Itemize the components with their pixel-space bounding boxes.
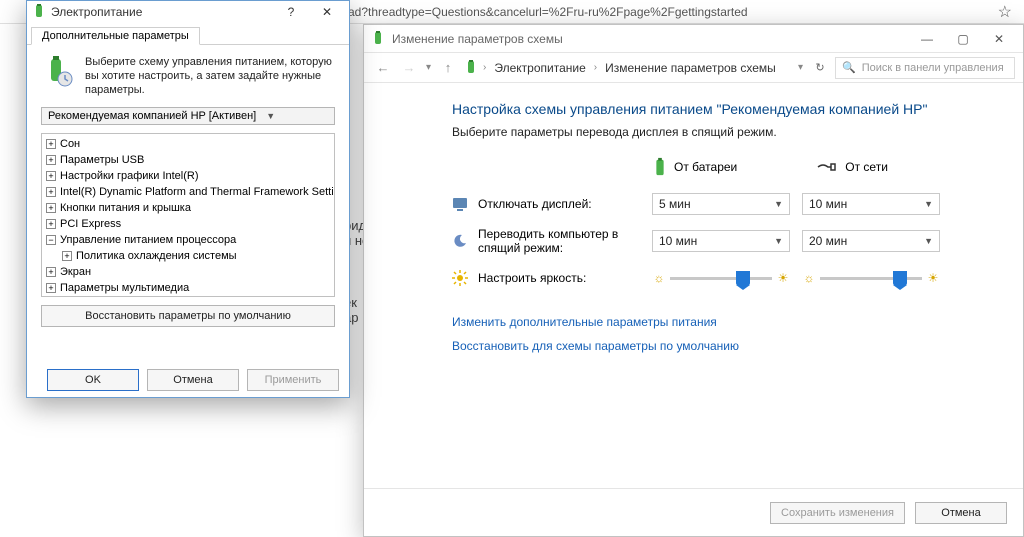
tree-item[interactable]: +Сон — [46, 136, 330, 152]
advanced-power-options-dialog: Электропитание ? ✕ Дополнительные параме… — [26, 0, 350, 398]
expand-icon[interactable]: + — [46, 219, 56, 229]
dialog-body: Выберите схему управления питанием, кото… — [27, 45, 349, 363]
row-label: Настроить яркость: — [478, 271, 652, 285]
tree-item[interactable]: −Управление питанием процессора — [46, 232, 330, 248]
tree-item[interactable]: +PCI Express — [46, 216, 330, 232]
page-heading: Настройка схемы управления питанием "Рек… — [452, 101, 975, 117]
chevron-down-icon: ▼ — [774, 236, 783, 246]
brightness-ac-slider[interactable]: ☼ ☀ — [802, 271, 940, 285]
expand-icon[interactable]: + — [46, 139, 56, 149]
change-advanced-link[interactable]: Изменить дополнительные параметры питани… — [452, 315, 975, 329]
save-button[interactable]: Сохранить изменения — [770, 502, 905, 524]
tree-item[interactable]: +Параметры USB — [46, 152, 330, 168]
restore-defaults-button[interactable]: Восстановить параметры по умолчанию — [41, 305, 335, 327]
sleep-battery-select[interactable]: 10 мин▼ — [652, 230, 790, 252]
window-title: Изменение параметров схемы — [392, 32, 909, 46]
battery-icon — [652, 157, 668, 177]
sun-bright-icon: ☀ — [776, 271, 790, 285]
footer: Сохранить изменения Отмена — [364, 488, 1023, 536]
power-icon — [31, 4, 47, 20]
close-button[interactable]: ✕ — [981, 25, 1017, 53]
power-plan-select[interactable]: Рекомендуемая компанией HP [Активен]▼ — [41, 107, 335, 125]
chevron-right-icon: › — [483, 62, 486, 73]
power-icon — [370, 31, 386, 47]
display-off-battery-select[interactable]: 5 мин▼ — [652, 193, 790, 215]
edit-plan-body: Настройка схемы управления питанием "Рек… — [364, 83, 1023, 488]
titlebar[interactable]: Изменение параметров схемы — ▢ ✕ — [364, 25, 1023, 53]
titlebar[interactable]: Электропитание ? ✕ — [27, 1, 349, 23]
settings-tree[interactable]: +Сон+Параметры USB+Настройки графики Int… — [41, 133, 335, 297]
sun-dim-icon: ☼ — [652, 271, 666, 285]
chevron-down-icon: ▼ — [924, 236, 933, 246]
tree-item[interactable]: +Кнопки питания и крышка — [46, 200, 330, 216]
tab-advanced[interactable]: Дополнительные параметры — [31, 27, 200, 45]
expand-icon[interactable]: + — [46, 187, 56, 197]
breadcrumb[interactable]: Электропитание — [490, 61, 589, 75]
search-icon: 🔍 — [842, 61, 856, 74]
display-off-ac-select[interactable]: 10 мин▼ — [802, 193, 940, 215]
refresh-button[interactable]: ↻ — [809, 57, 831, 79]
tree-item[interactable]: +Intel(R) Dynamic Platform and Thermal F… — [46, 184, 330, 200]
sun-icon — [452, 270, 468, 286]
plug-icon — [817, 160, 839, 174]
chevron-right-icon: › — [594, 62, 597, 73]
ok-button[interactable]: OK — [47, 369, 139, 391]
cancel-button[interactable]: Отмена — [147, 369, 239, 391]
close-button[interactable]: ✕ — [309, 2, 345, 22]
address-dropdown[interactable]: ▾ — [796, 62, 805, 73]
tabstrip: Дополнительные параметры — [27, 23, 349, 45]
expand-icon[interactable]: + — [46, 267, 56, 277]
help-button[interactable]: ? — [273, 2, 309, 22]
plugged-in-label: От сети — [845, 160, 888, 174]
history-dropdown[interactable]: ▾ — [424, 62, 433, 73]
expand-icon[interactable]: + — [46, 203, 56, 213]
apply-button[interactable]: Применить — [247, 369, 339, 391]
tree-item[interactable]: +Параметры мультимедиа — [46, 280, 330, 296]
expand-icon[interactable]: + — [46, 155, 56, 165]
search-input[interactable]: 🔍 Поиск в панели управления — [835, 57, 1015, 79]
moon-icon — [452, 233, 468, 249]
nav-bar: ← → ▾ ↑ › Электропитание › Изменение пар… — [364, 53, 1023, 83]
expand-icon[interactable]: + — [46, 283, 56, 293]
expand-icon[interactable]: + — [62, 251, 72, 261]
sun-bright-icon: ☀ — [926, 271, 940, 285]
tree-item[interactable]: +Политика охлаждения системы — [46, 248, 330, 264]
chevron-down-icon: ▼ — [266, 111, 275, 121]
search-placeholder: Поиск в панели управления — [862, 62, 1004, 74]
url-text: ad?threadtype=Questions&cancelurl=%2Fru-… — [348, 5, 998, 19]
forward-button[interactable]: → — [398, 57, 420, 79]
edit-plan-settings-window: Изменение параметров схемы — ▢ ✕ ← → ▾ ↑… — [363, 24, 1024, 537]
row-label: Отключать дисплей: — [478, 197, 652, 211]
tree-item[interactable]: +Настройки графики Intel(R) — [46, 168, 330, 184]
row-label: Переводить компьютер в спящий режим: — [478, 227, 652, 255]
brightness-battery-slider[interactable]: ☼ ☀ — [652, 271, 790, 285]
power-icon — [463, 60, 479, 76]
on-battery-label: От батареи — [674, 160, 737, 174]
collapse-icon[interactable]: − — [46, 235, 56, 245]
intro-text: Выберите схему управления питанием, кото… — [85, 55, 335, 97]
sleep-ac-select[interactable]: 20 мин▼ — [802, 230, 940, 252]
restore-defaults-link[interactable]: Восстановить для схемы параметры по умол… — [452, 339, 975, 353]
monitor-icon — [452, 196, 468, 212]
sleep-row: Переводить компьютер в спящий режим: 10 … — [452, 227, 975, 255]
bookmark-star-icon[interactable]: ☆ — [998, 2, 1012, 22]
dialog-footer: OK Отмена Применить — [27, 363, 349, 397]
up-button[interactable]: ↑ — [437, 57, 459, 79]
chevron-down-icon: ▼ — [774, 199, 783, 209]
power-plan-icon — [41, 55, 75, 89]
display-off-row: Отключать дисплей: 5 мин▼ 10 мин▼ — [452, 191, 975, 217]
page-subheading: Выберите параметры перевода дисплея в сп… — [452, 125, 975, 139]
window-title: Электропитание — [51, 5, 273, 19]
maximize-button[interactable]: ▢ — [945, 25, 981, 53]
sun-dim-icon: ☼ — [802, 271, 816, 285]
chevron-down-icon: ▼ — [924, 199, 933, 209]
breadcrumb[interactable]: Изменение параметров схемы — [601, 61, 780, 75]
column-headers: От батареи От сети — [652, 157, 975, 177]
back-button[interactable]: ← — [372, 57, 394, 79]
expand-icon[interactable]: + — [46, 171, 56, 181]
brightness-row: Настроить яркость: ☼ ☀ ☼ ☀ — [452, 265, 975, 291]
cancel-button[interactable]: Отмена — [915, 502, 1007, 524]
tree-item[interactable]: +Экран — [46, 264, 330, 280]
minimize-button[interactable]: — — [909, 25, 945, 53]
